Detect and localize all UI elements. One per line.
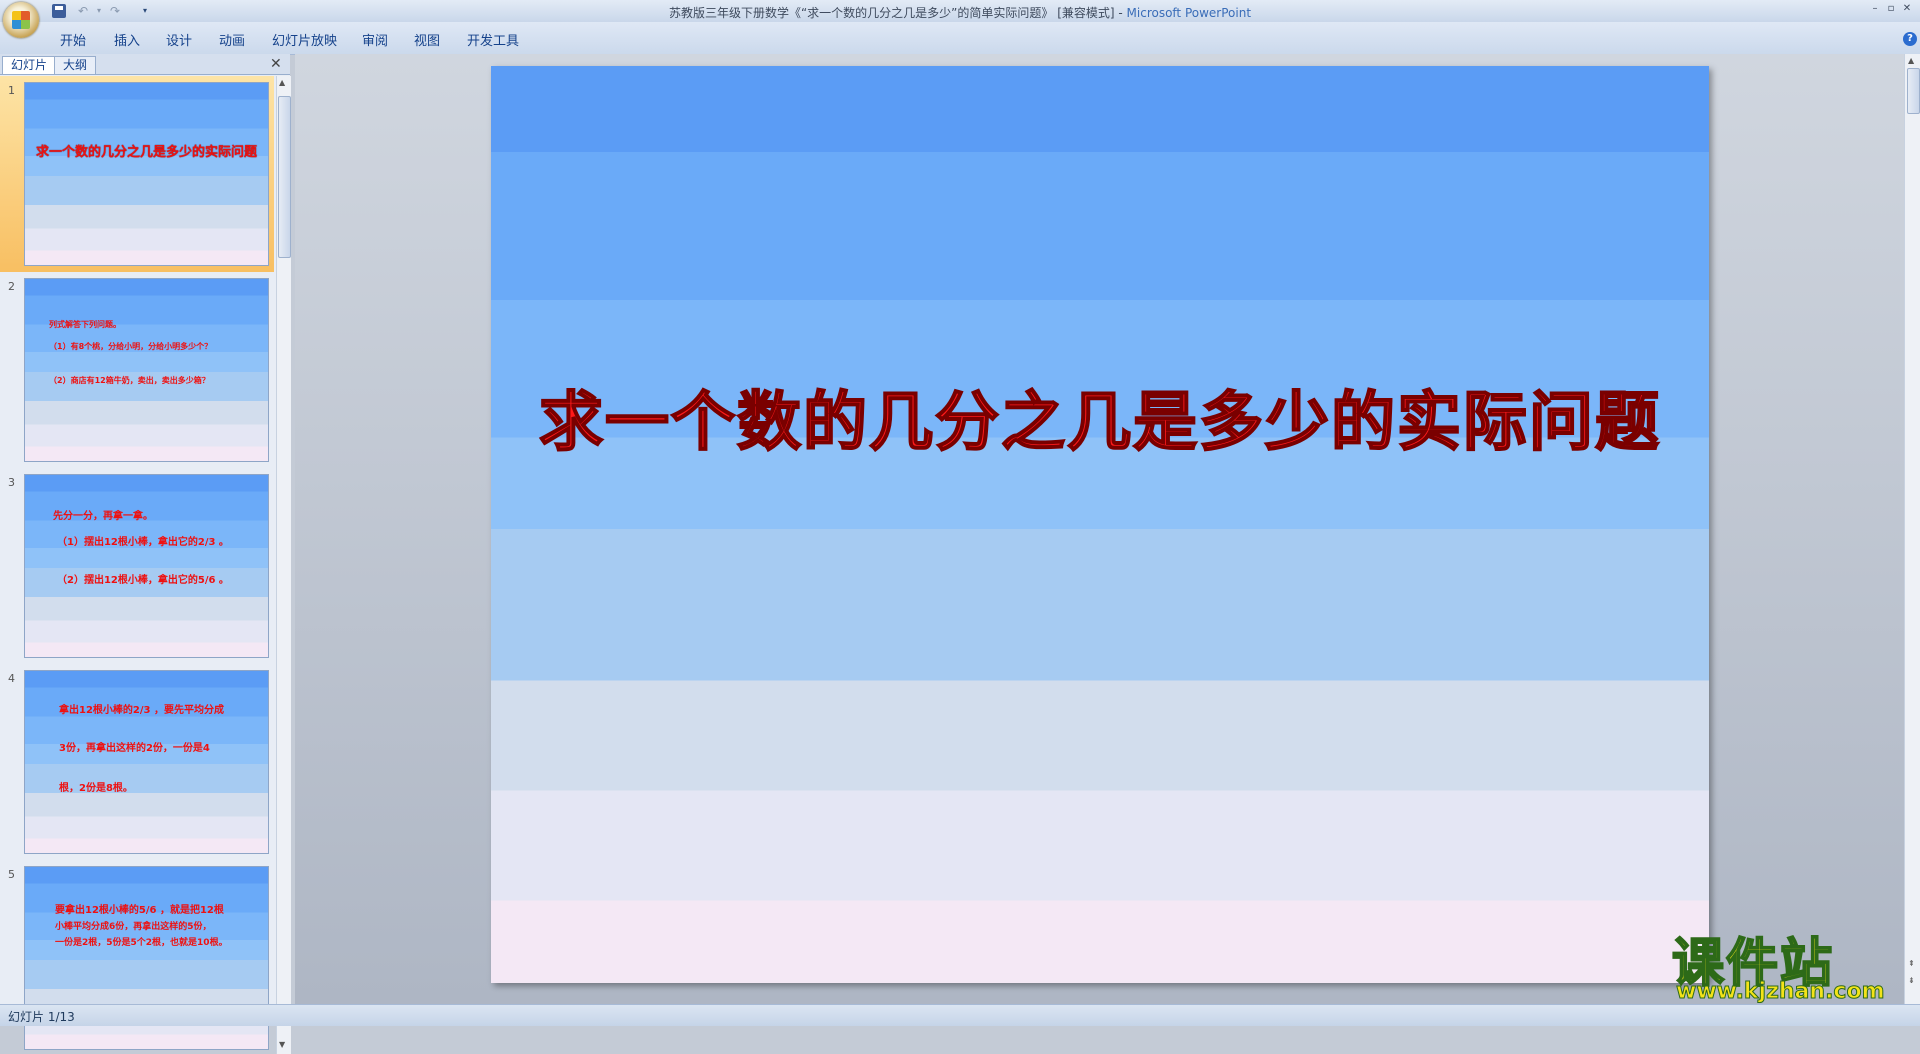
thumbnail-text-line: （2）摆出12根小棒，拿出它的5/6 。 <box>57 575 229 586</box>
tab-slides[interactable]: 幻灯片 <box>2 56 57 74</box>
tab-insert[interactable]: 插入 <box>114 30 140 49</box>
watermark-url: www.kjzhan.com <box>1676 979 1886 1005</box>
tab-slideshow[interactable]: 幻灯片放映 <box>272 30 337 49</box>
thumbnail-scrollbar[interactable]: ▲ ▼ <box>276 76 291 1054</box>
editor-scrollbar[interactable]: ▲ ⇞ ⇟ <box>1904 54 1920 1004</box>
slide-counter: 幻灯片 1/13 <box>8 1010 75 1024</box>
slide-thumbnail-row[interactable]: 1 求一个数的几分之几是多少的实际问题 <box>0 76 274 272</box>
scroll-thumb[interactable] <box>278 96 291 258</box>
slides-pane: 幻灯片 大纲 ✕ 1 求一个数的几分之几是多少的实际问题 2 列式解答下列问题。… <box>0 54 291 1054</box>
tab-animation[interactable]: 动画 <box>219 30 245 49</box>
slide-number: 2 <box>8 280 15 293</box>
thumbnail-text-line: 列式解答下列问题。 <box>49 320 121 329</box>
window-title: 苏教版三年级下册数学《“求一个数的几分之几是多少”的简单实际问题》 [兼容模式]… <box>0 4 1920 21</box>
ribbon-tab-bar: 开始 插入 设计 动画 幻灯片放映 审阅 视图 开发工具 <box>0 22 1920 55</box>
tab-developer[interactable]: 开发工具 <box>467 30 519 49</box>
current-slide[interactable]: 求一个数的几分之几是多少的实际问题 <box>491 66 1709 983</box>
site-watermark: 课件站 www.kjzhan.com <box>1668 921 1908 1005</box>
close-pane-icon[interactable]: ✕ <box>270 56 282 72</box>
scroll-thumb[interactable] <box>1907 68 1920 114</box>
thumbnail-text-line: （2）商店有12箱牛奶，卖出，卖出多少箱？ <box>49 376 210 385</box>
help-icon[interactable]: ? <box>1903 32 1917 46</box>
slide-thumbnail[interactable]: 拿出12根小棒的2/3 ，要先平均分成 3份，再拿出这样的2份，一份是4 根，2… <box>24 670 269 854</box>
office-logo-icon <box>12 11 30 29</box>
scroll-up-icon[interactable]: ▲ <box>279 78 285 87</box>
thumbnail-text-line: 3份，再拿出这样的2份，一份是4 <box>59 743 210 754</box>
thumbnail-text-line: （1）摆出12根小棒，拿出它的2/3 。 <box>57 537 229 548</box>
slide-thumbnail-row[interactable]: 2 列式解答下列问题。 （1）有8个桃，分给小明，分给小明多少个？ （2）商店有… <box>0 272 274 468</box>
thumbnail-text-line: 要拿出12根小棒的5/6 ，就是把12根 <box>55 905 224 916</box>
slide-thumbnail[interactable]: 列式解答下列问题。 （1）有8个桃，分给小明，分给小明多少个？ （2）商店有12… <box>24 278 269 462</box>
tab-review[interactable]: 审阅 <box>362 30 388 49</box>
thumbnail-text-line: 一份是2根，5份是5个2根，也就是10根。 <box>55 938 228 948</box>
slide-thumbnail[interactable]: 先分一分，再拿一拿。 （1）摆出12根小棒，拿出它的2/3 。 （2）摆出12根… <box>24 474 269 658</box>
app-name: Microsoft PowerPoint <box>1126 6 1252 20</box>
previous-slide-icon[interactable]: ⇞ <box>1908 959 1915 968</box>
tab-design[interactable]: 设计 <box>166 30 192 49</box>
slide-number: 4 <box>8 672 15 685</box>
tab-view[interactable]: 视图 <box>414 30 440 49</box>
scroll-up-icon[interactable]: ▲ <box>1908 56 1914 65</box>
slide-editor: 求一个数的几分之几是多少的实际问题 <box>295 54 1904 1004</box>
slide-number: 3 <box>8 476 15 489</box>
thumbnail-list: 1 求一个数的几分之几是多少的实际问题 2 列式解答下列问题。 （1）有8个桃，… <box>0 76 274 1054</box>
thumbnail-text-line: 先分一分，再拿一拿。 <box>53 511 153 522</box>
slide-thumbnail[interactable]: 求一个数的几分之几是多少的实际问题 <box>24 82 269 266</box>
tab-outline[interactable]: 大纲 <box>54 56 97 74</box>
document-title: 苏教版三年级下册数学《“求一个数的几分之几是多少”的简单实际问题》 [兼容模式]… <box>668 6 1127 20</box>
title-bar: ↶ ▾ ↷ ▾ 苏教版三年级下册数学《“求一个数的几分之几是多少”的简单实际问题… <box>0 0 1920 38</box>
scroll-down-icon[interactable]: ▼ <box>279 1040 285 1049</box>
thumbnail-text-line: 根，2份是8根。 <box>59 783 133 794</box>
thumbnail-text-line: （1）有8个桃，分给小明，分给小明多少个？ <box>49 342 213 351</box>
slide-number: 1 <box>8 84 15 97</box>
slide-number: 5 <box>8 868 15 881</box>
close-icon[interactable]: ✕ <box>1900 2 1914 16</box>
minimize-icon[interactable]: – <box>1868 2 1882 16</box>
thumbnail-text-line: 小棒平均分成6份，再拿出这样的5份， <box>55 922 212 932</box>
tab-home[interactable]: 开始 <box>60 30 86 49</box>
thumbnail-title: 求一个数的几分之几是多少的实际问题 <box>35 145 257 160</box>
pane-tabs: 幻灯片 大纲 ✕ <box>0 54 290 75</box>
slide-thumbnail-row[interactable]: 3 先分一分，再拿一拿。 （1）摆出12根小棒，拿出它的2/3 。 （2）摆出1… <box>0 468 274 664</box>
slide-title[interactable]: 求一个数的几分之几是多少的实际问题 <box>491 371 1709 463</box>
restore-icon[interactable]: ▫ <box>1884 2 1898 16</box>
next-slide-icon[interactable]: ⇟ <box>1908 976 1915 985</box>
thumbnail-text-line: 拿出12根小棒的2/3 ，要先平均分成 <box>59 705 224 716</box>
slide-thumbnail-row[interactable]: 4 拿出12根小棒的2/3 ，要先平均分成 3份，再拿出这样的2份，一份是4 根… <box>0 664 274 860</box>
office-button[interactable] <box>3 2 39 38</box>
status-bar: 幻灯片 1/13 <box>0 1004 1920 1026</box>
